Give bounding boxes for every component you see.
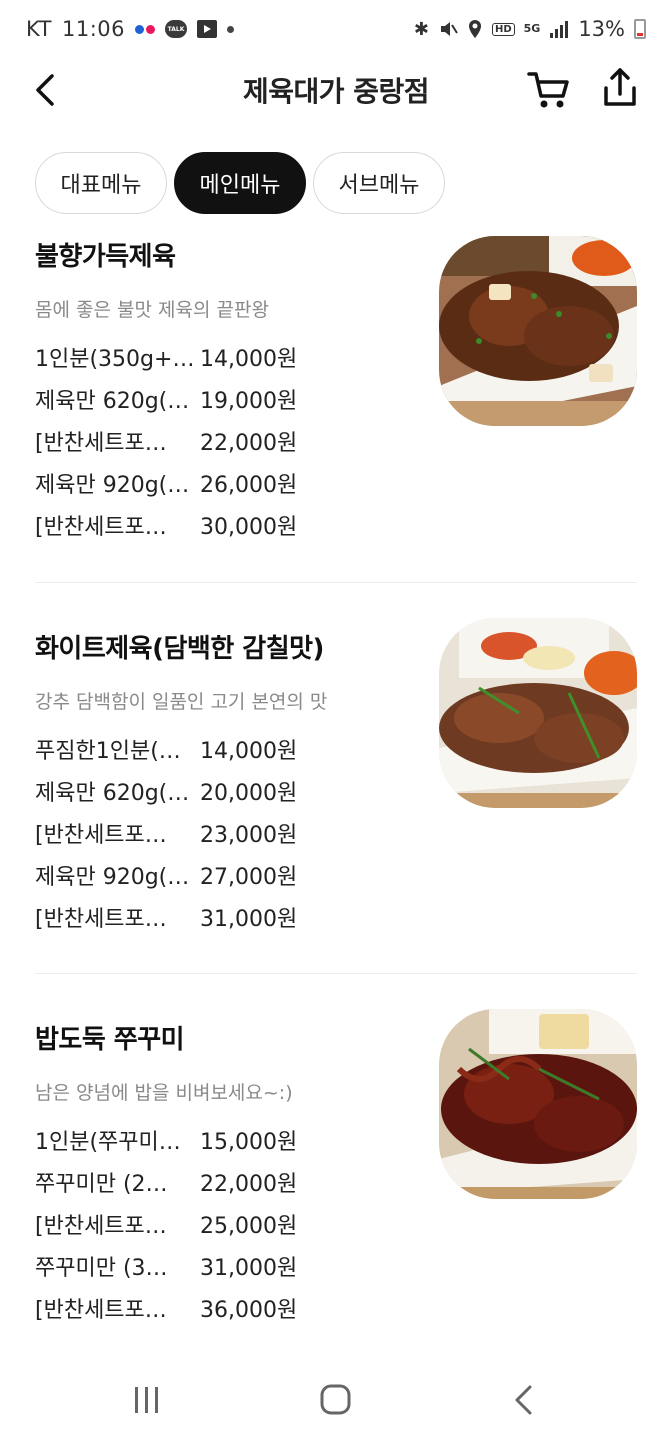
price-option: [반찬세트포… 23,000원 [35,812,637,854]
option-price: 30,000원 [200,515,298,540]
price-option: [반찬세트포… 31,000원 [35,896,637,938]
option-label: [반찬세트포… [35,823,167,848]
option-price: 31,000원 [200,907,298,932]
share-button[interactable] [600,66,640,112]
menu-photo[interactable] [439,618,637,808]
option-price: 26,000원 [200,473,298,498]
price-option: 제육만 920g(… 26,000원 [35,462,637,504]
pork-dish-image [439,236,637,426]
tab-sub-menu[interactable]: 서브메뉴 [313,152,445,214]
menu-item[interactable]: 화이트제육(담백한 감칠맛) 강추 담백함이 일품인 고기 본연의 맛 푸짐한1… [35,618,637,938]
option-label: 1인분(쭈꾸미… [35,1130,181,1155]
bluetooth-icon: ✱ [413,18,429,40]
status-bar: KT 11:06 TALK ✱ HD 5G 13% [0,0,672,58]
menu-photo[interactable] [439,236,637,426]
home-icon [320,1384,351,1415]
option-price: 25,000원 [200,1214,298,1239]
price-option: [반찬세트포… 22,000원 [35,420,637,462]
system-back-button[interactable] [500,1380,550,1420]
section-divider [35,582,637,583]
cart-icon [527,72,569,108]
recents-icon [135,1387,158,1413]
menu-photo[interactable] [439,1009,637,1199]
option-label: [반찬세트포… [35,515,167,540]
battery-percent: 13% [578,17,625,41]
option-label: 제육만 920g(… [35,473,190,498]
share-icon [604,68,636,106]
flickr-icon [135,24,155,34]
option-price: 36,000원 [200,1298,298,1323]
white-pork-dish-image [439,618,637,808]
octopus-dish-image [439,1009,637,1199]
section-divider [35,973,637,974]
option-label: 쭈꾸미만 (3… [35,1256,168,1281]
option-price: 22,000원 [200,1172,298,1197]
home-button[interactable] [311,1380,361,1420]
nav-back-icon [515,1385,532,1415]
video-icon [197,20,217,38]
price-option: [반찬세트포… 30,000원 [35,504,637,546]
price-option: [반찬세트포… 25,000원 [35,1203,637,1245]
menu-item[interactable]: 밥도둑 쭈꾸미 남은 양념에 밥을 비벼보세요~:) 1인분(쭈꾸미… 15,00… [35,1009,637,1329]
option-price: 19,000원 [200,389,298,414]
carrier-label: KT [26,17,52,41]
option-price: 14,000원 [200,739,298,764]
battery-icon [634,19,646,39]
option-label: 제육만 920g(… [35,865,190,890]
option-price: 22,000원 [200,431,298,456]
option-label: 쭈꾸미만 (2… [35,1172,168,1197]
notification-dot-icon [227,25,234,33]
option-label: 제육만 620g(… [35,389,190,414]
option-label: [반찬세트포… [35,907,167,932]
location-icon [468,20,481,38]
option-price: 20,000원 [200,781,298,806]
recents-button[interactable] [122,1380,172,1420]
option-label: 푸짐한1인분(… [35,739,181,764]
price-option: [반찬세트포… 36,000원 [35,1287,637,1329]
option-label: 제육만 620g(… [35,781,190,806]
option-price: 15,000원 [200,1130,298,1155]
signal-icon [550,21,569,38]
menu-item[interactable]: 불향가득제육 몸에 좋은 불맛 제육의 끝판왕 1인분(350g+… 14,000… [35,236,637,546]
network-type: 5G [523,22,541,35]
tab-main-menu[interactable]: 메인메뉴 [174,152,306,214]
option-price: 31,000원 [200,1256,298,1281]
app-header: 제육대가 중랑점 [0,58,672,122]
option-label: [반찬세트포… [35,1214,167,1239]
option-price: 14,000원 [200,347,298,372]
option-label: [반찬세트포… [35,1298,167,1323]
mute-icon [440,22,458,36]
option-label: 1인분(350g+… [35,347,195,372]
menu-category-tabs: 대표메뉴 메인메뉴 서브메뉴 [35,152,445,214]
kakaotalk-icon: TALK [165,20,187,38]
status-right: ✱ HD 5G 13% [414,17,646,41]
option-price: 27,000원 [200,865,298,890]
hd-voice-icon: HD [491,22,515,36]
option-price: 23,000원 [200,823,298,848]
cart-button[interactable] [526,66,572,112]
system-navigation-bar [0,1360,672,1440]
price-option: 제육만 920g(… 27,000원 [35,854,637,896]
price-option: 쭈꾸미만 (3… 31,000원 [35,1245,637,1287]
tab-representative-menu[interactable]: 대표메뉴 [35,152,167,214]
clock: 11:06 [61,17,125,41]
option-label: [반찬세트포… [35,431,167,456]
status-left: KT 11:06 TALK [26,17,234,41]
